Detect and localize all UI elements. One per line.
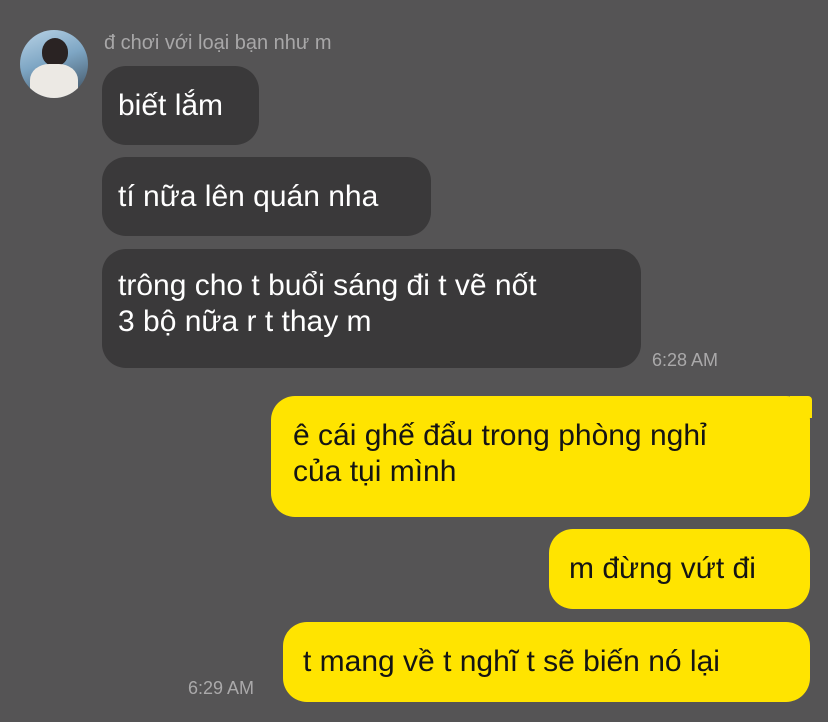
incoming-timestamp: 6:28 AM — [652, 350, 719, 370]
message-text: t mang về t nghĩ t sẽ biến nó lại — [303, 645, 720, 678]
sender-name: đ chơi với loại bạn như m — [104, 32, 332, 54]
outgoing-message-2[interactable]: m đừng vứt đi — [549, 529, 810, 609]
message-text-line-2: của tụi mình — [293, 455, 457, 488]
bubble-tail — [790, 396, 812, 418]
message-text: tí nữa lên quán nha — [118, 180, 379, 213]
sender-avatar[interactable] — [20, 30, 88, 98]
avatar-figure-head — [42, 38, 68, 66]
message-text: m đừng vứt đi — [569, 552, 756, 585]
avatar-figure-body — [30, 64, 78, 98]
incoming-message-1[interactable]: biết lắm — [102, 66, 259, 145]
message-text-line-1: trông cho t buổi sáng đi t vẽ nốt — [118, 269, 537, 302]
outgoing-timestamp: 6:29 AM — [188, 678, 255, 698]
message-text-line-1: ê cái ghế đẩu trong phòng nghỉ — [293, 419, 707, 452]
outgoing-message-3[interactable]: t mang về t nghĩ t sẽ biến nó lại — [283, 622, 810, 702]
message-text-line-2: 3 bộ nữa r t thay m — [118, 305, 372, 338]
message-text: biết lắm — [118, 89, 224, 122]
incoming-message-2[interactable]: tí nữa lên quán nha — [102, 157, 431, 236]
incoming-message-3[interactable]: trông cho t buổi sáng đi t vẽ nốt 3 bộ n… — [102, 249, 641, 368]
outgoing-message-1[interactable]: ê cái ghế đẩu trong phòng nghỉ của tụi m… — [271, 396, 810, 517]
